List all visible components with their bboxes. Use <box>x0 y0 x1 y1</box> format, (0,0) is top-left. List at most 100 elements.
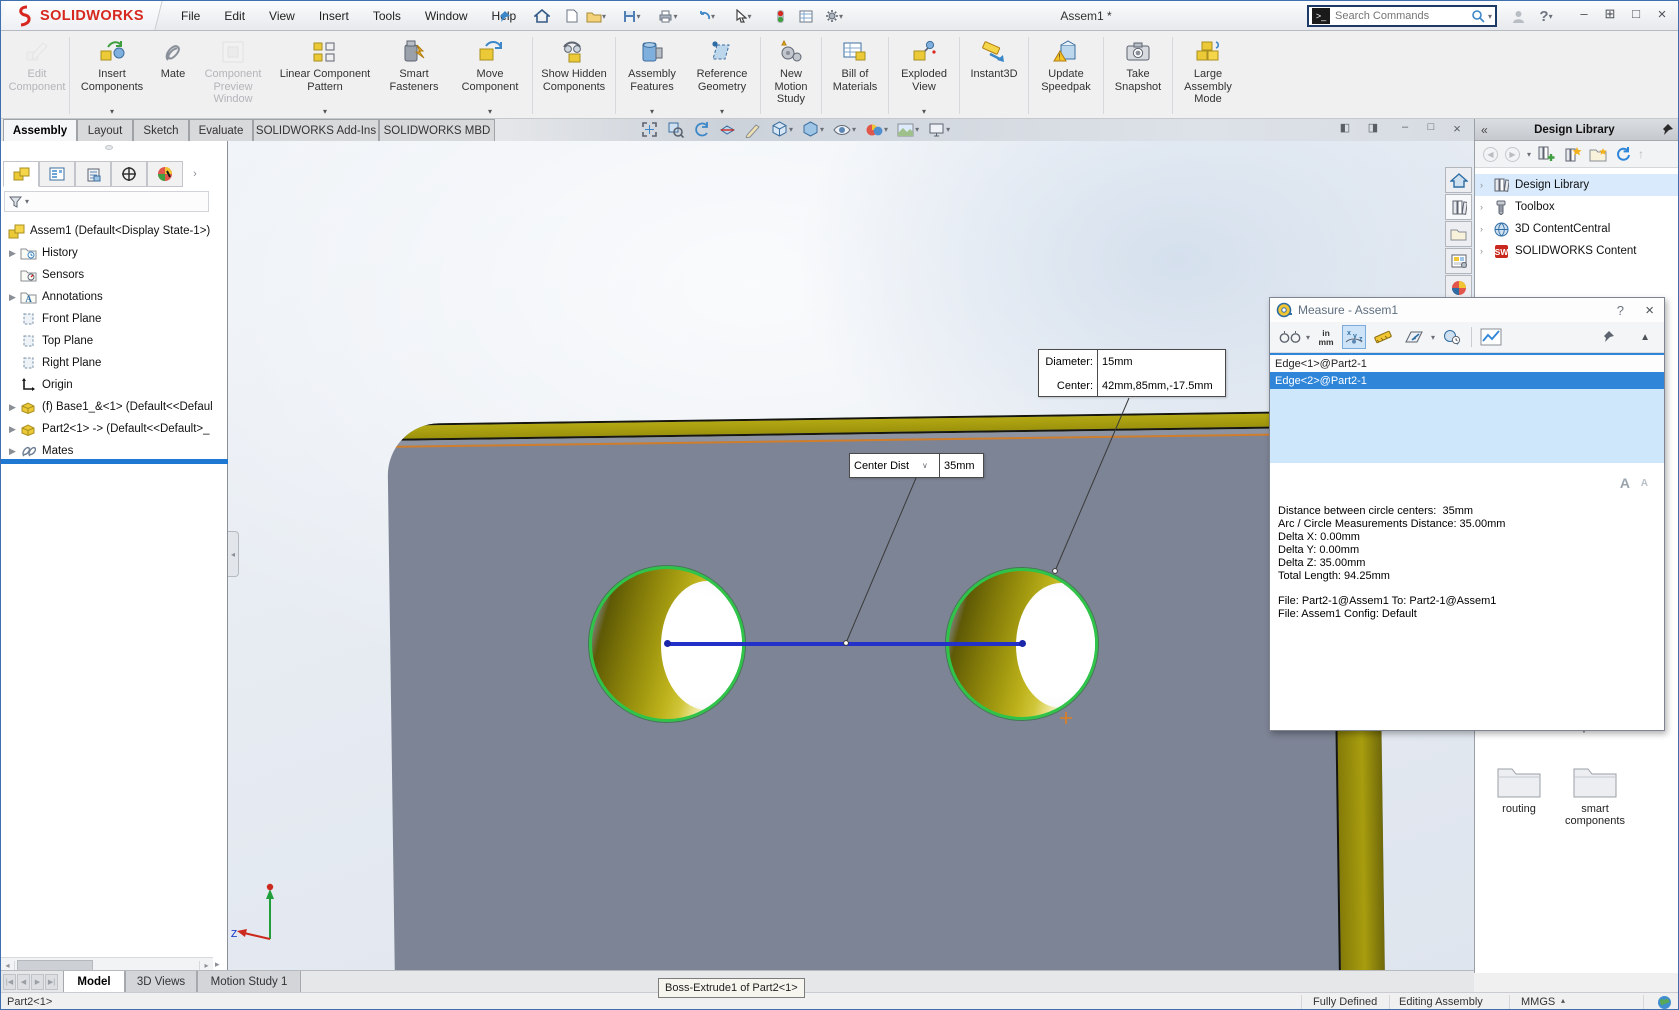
measure-close-icon[interactable]: × <box>1645 302 1654 319</box>
tree-item-sensors[interactable]: ▶ Sensors <box>1 264 227 286</box>
tree-item-history[interactable]: ▶ History <box>1 242 227 264</box>
expand-arrow-icon[interactable]: ▶ <box>9 446 19 457</box>
tree-item-top-plane[interactable]: ▶ Top Plane <box>1 330 227 352</box>
diameter-value[interactable]: 15mm <box>1098 350 1225 374</box>
ribbon-show-hidden-components[interactable]: Show Hidden Components ▾ <box>535 33 613 118</box>
dock-pane-right-icon[interactable]: ◨ <box>1363 121 1383 134</box>
ribbon-take-snapshot[interactable]: Take Snapshot ▾ <box>1106 33 1170 118</box>
panel-flyout-arrow-icon[interactable]: ▸ <box>215 959 220 970</box>
tab-feature-manager[interactable] <box>3 161 39 187</box>
selection-list-item[interactable]: Edge<1>@Part2-1 <box>1270 355 1664 372</box>
projection-caret-icon[interactable]: ▾ <box>1431 333 1435 342</box>
maximize-window-icon[interactable]: ⊞ <box>1599 6 1621 22</box>
ribbon-new-motion-study[interactable]: New Motion Study ▾ <box>763 33 819 118</box>
tree-item-annotations[interactable]: ▶ A Annotations <box>1 286 227 308</box>
help-icon[interactable]: ?▾ <box>1535 5 1557 27</box>
tree-section-splitter[interactable] <box>1 459 228 464</box>
show-xyz-measurements-icon[interactable]: xyz <box>1342 325 1366 349</box>
close-window-icon[interactable]: × <box>1651 6 1673 23</box>
menu-insert[interactable]: Insert <box>307 1 361 30</box>
close-doc-icon[interactable]: × <box>1447 121 1467 136</box>
tab-dimxpert-manager[interactable] <box>111 161 147 187</box>
tree-item-front-plane[interactable]: ▶ Front Plane <box>1 308 227 330</box>
up-folder-icon[interactable]: ↑ <box>1638 147 1644 161</box>
ribbon-update-speedpak[interactable]: ! Update Speedpak ▾ <box>1031 33 1101 118</box>
search-scope-caret-icon[interactable]: ▾ <box>1488 12 1492 21</box>
display-style-icon[interactable]: ▾ <box>802 121 824 138</box>
tab-strip-overflow[interactable]: › <box>183 161 207 187</box>
minimize-doc-icon[interactable]: – <box>1395 121 1415 133</box>
font-increase-icon[interactable]: A <box>1620 475 1630 491</box>
menu-window[interactable]: Window <box>413 1 480 30</box>
save-icon[interactable]: ▾ <box>621 5 643 27</box>
tab-model[interactable]: Model <box>63 971 125 993</box>
print-icon[interactable]: ▾ <box>657 5 679 27</box>
user-account-icon[interactable] <box>1507 5 1529 27</box>
tab-property-manager[interactable] <box>39 161 75 187</box>
library-item-design-library[interactable]: › Design Library <box>1475 174 1679 196</box>
tree-item-origin[interactable]: ▶ Origin <box>1 374 227 396</box>
section-view-icon[interactable] <box>719 121 736 138</box>
search-input[interactable] <box>1333 9 1471 23</box>
measure-pin-icon[interactable] <box>1596 325 1620 349</box>
pin-pane-icon[interactable] <box>1661 123 1674 136</box>
refresh-icon[interactable] <box>1615 146 1631 162</box>
center-dist-value[interactable]: 35mm <box>940 454 983 477</box>
hide-show-items-icon[interactable]: ▾ <box>833 123 856 137</box>
tree-item-base1[interactable]: ▶ (f) Base1_&<1> (Default<<Defaul <box>1 396 227 418</box>
status-units[interactable]: MMGS <box>1521 996 1555 1008</box>
open-document-icon[interactable]: ▾ <box>585 5 607 27</box>
search-icon[interactable] <box>1471 9 1486 24</box>
ribbon-edit-component[interactable]: Edit Component ▾ <box>7 33 67 118</box>
tab-solidworks-add-ins[interactable]: SOLIDWORKS Add-Ins <box>253 119 379 141</box>
measure-dialog-titlebar[interactable]: Measure - Assem1 ? × <box>1270 298 1664 322</box>
ribbon-large-assembly-mode[interactable]: Large Assembly Mode ▾ <box>1175 33 1241 118</box>
file-properties-icon[interactable] <box>795 5 817 27</box>
selection-list-item-selected[interactable]: Edge<2>@Part2-1 <box>1270 372 1664 389</box>
apply-scene-icon[interactable]: ▾ <box>897 123 919 137</box>
ribbon-mate[interactable]: Mate ▾ <box>152 33 194 118</box>
pin-menu-icon[interactable] <box>493 5 515 27</box>
ribbon-component-preview-window[interactable]: Component Preview Window ▾ <box>194 33 272 118</box>
tab-sketch[interactable]: Sketch <box>133 119 189 141</box>
panel-splitter-handle[interactable] <box>105 145 113 150</box>
view-settings-icon[interactable]: ▾ <box>928 123 950 137</box>
units-caret-icon[interactable]: ▴ <box>1561 996 1565 1005</box>
previous-view-icon[interactable] <box>693 121 710 138</box>
history-caret-icon[interactable]: ▾ <box>1527 150 1531 159</box>
restore-doc-icon[interactable]: □ <box>1421 121 1441 133</box>
ribbon-linear-component-pattern[interactable]: Linear Component Pattern ▾ <box>272 33 378 118</box>
library-folder-smart-components[interactable]: smart components <box>1559 761 1631 827</box>
tab-layout[interactable]: Layout <box>77 119 133 141</box>
tree-filter-box[interactable]: ▾ <box>4 191 209 212</box>
dock-pane-left-icon[interactable]: ◧ <box>1335 121 1355 134</box>
last-tab-icon[interactable]: ▶| <box>45 974 58 990</box>
expand-arrow-icon[interactable]: › <box>1480 180 1492 190</box>
ribbon-insert-components[interactable]: Insert Components ▾ <box>72 33 152 118</box>
library-item-toolbox[interactable]: › Toolbox <box>1475 196 1679 218</box>
measure-collapse-icon[interactable]: ▲ <box>1640 332 1650 343</box>
select-cursor-icon[interactable]: ▾ <box>733 5 755 27</box>
ribbon-bill-of-materials[interactable]: Bill of Materials ▾ <box>824 33 886 118</box>
tab-assembly[interactable]: Assembly <box>3 119 77 141</box>
task-tab-view-palette[interactable] <box>1445 248 1472 274</box>
create-new-folder-icon[interactable] <box>1589 147 1608 162</box>
undo-icon[interactable]: ▾ <box>695 5 717 27</box>
ribbon-reference-geometry[interactable]: Reference Geometry ▾ <box>686 33 758 118</box>
expand-arrow-icon[interactable]: › <box>1480 202 1492 212</box>
expand-arrow-icon[interactable]: ▶ <box>9 292 19 303</box>
menu-view[interactable]: View <box>257 1 307 30</box>
expand-arrow-icon[interactable]: › <box>1480 246 1492 256</box>
expand-arrow-icon[interactable]: ▶ <box>9 424 19 435</box>
menu-edit[interactable]: Edit <box>212 1 257 30</box>
rebuild-icon[interactable] <box>769 5 791 27</box>
minimize-window-icon[interactable]: – <box>1573 6 1595 21</box>
point-to-point-icon[interactable] <box>1372 325 1396 349</box>
measure-help-icon[interactable]: ? <box>1617 303 1624 318</box>
forward-icon[interactable]: ▶ <box>1505 147 1520 162</box>
task-tab-design-library[interactable] <box>1445 194 1472 220</box>
tree-item-part2[interactable]: ▶ Part2<1> -> (Default<<Default>_ <box>1 418 227 440</box>
library-folder-routing[interactable]: routing <box>1483 761 1555 815</box>
zoom-to-fit-icon[interactable] <box>641 121 658 138</box>
options-gear-icon[interactable]: ▾ <box>823 5 845 27</box>
